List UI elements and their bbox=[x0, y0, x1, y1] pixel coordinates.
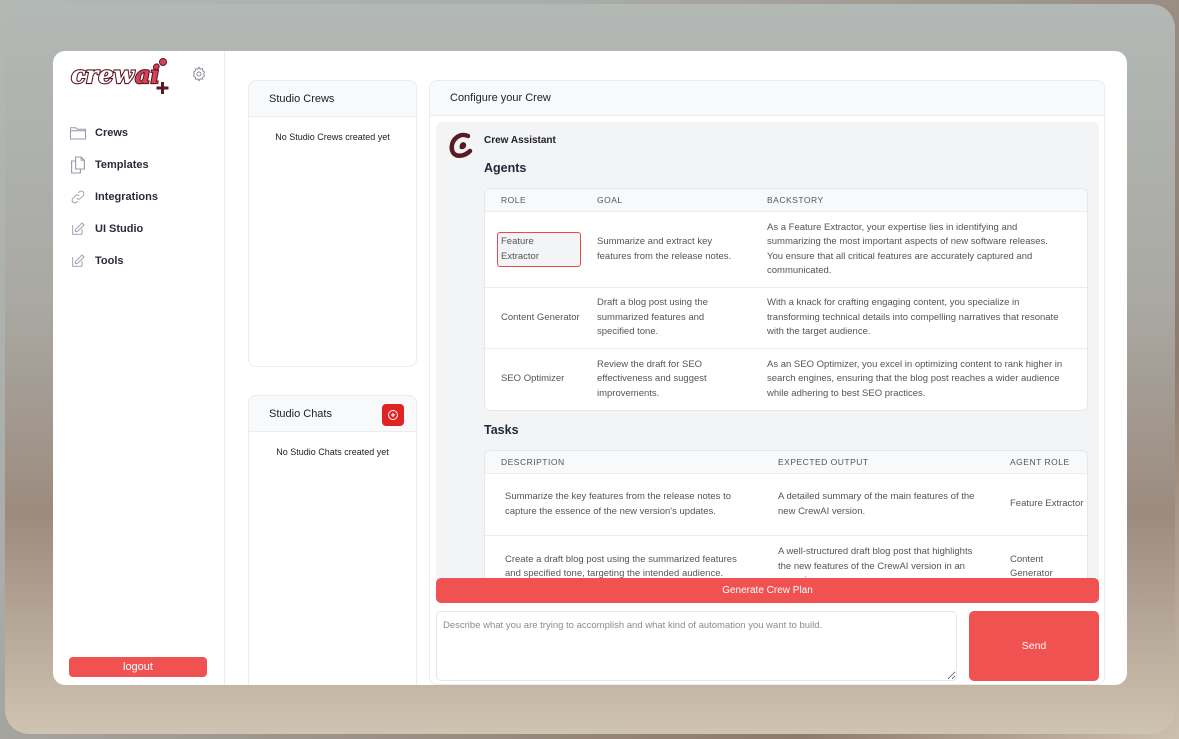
agent-role: Content Generator bbox=[501, 311, 580, 323]
column-header-agent-role: AGENT ROLE bbox=[1010, 457, 1070, 467]
svg-text:crew: crew bbox=[71, 60, 136, 89]
agent-backstory: As an SEO Optimizer, you excel in optimi… bbox=[767, 358, 1063, 399]
studio-crews-empty: No Studio Crews created yet bbox=[275, 132, 390, 142]
studio-crews-title: Studio Crews bbox=[269, 92, 335, 105]
sidebar-item-label: Templates bbox=[95, 159, 149, 171]
sidebar-item-crews[interactable]: Crews bbox=[69, 117, 158, 149]
table-row: Create a draft blog post using the summa… bbox=[485, 536, 1087, 582]
studio-chats-header: Studio Chats bbox=[249, 396, 416, 432]
edit-icon bbox=[69, 252, 87, 270]
studio-crews-header: Studio Crews bbox=[249, 81, 416, 117]
crew-assistant-avatar bbox=[449, 132, 473, 158]
agent-backstory: As a Feature Extractor, your expertise l… bbox=[767, 221, 1048, 277]
agent-role: SEO Optimizer bbox=[501, 373, 565, 385]
tasks-table-header: DESCRIPTION EXPECTED OUTPUT AGENT ROLE bbox=[485, 451, 1087, 474]
sidebar-item-label: Integrations bbox=[95, 191, 158, 203]
role-edit-field[interactable]: Feature Extractor bbox=[497, 232, 581, 267]
configure-crew-panel: Configure your Crew Crew Assistant Agent… bbox=[429, 80, 1105, 685]
column-header-backstory: BACKSTORY bbox=[767, 195, 824, 205]
send-button[interactable]: Send bbox=[969, 611, 1099, 681]
task-expected-output: A detailed summary of the main features … bbox=[778, 491, 975, 517]
task-description: Summarize the key features from the rele… bbox=[505, 491, 731, 517]
assistant-name: Crew Assistant bbox=[484, 135, 556, 146]
studio-chats-panel: Studio Chats No Studio Chats created yet bbox=[248, 395, 417, 685]
logout-button[interactable]: logout bbox=[69, 657, 207, 677]
edit-icon bbox=[69, 220, 87, 238]
task-agent-role: Feature Extractor bbox=[1010, 498, 1084, 510]
agents-title: Agents bbox=[484, 161, 527, 175]
sidebar-item-label: Tools bbox=[95, 255, 124, 267]
agent-backstory: With a knack for crafting engaging conte… bbox=[767, 297, 1059, 338]
sidebar: crew ai Crews Templates Integrations UI … bbox=[53, 51, 225, 685]
app-window: crew ai Crews Templates Integrations UI … bbox=[53, 51, 1127, 685]
studio-crews-panel: Studio Crews No Studio Crews created yet bbox=[248, 80, 417, 367]
link-icon bbox=[69, 188, 87, 206]
tasks-title: Tasks bbox=[484, 423, 519, 437]
agents-table: ROLE GOAL BACKSTORY Feature Extractor Su… bbox=[484, 188, 1088, 411]
column-header-role: ROLE bbox=[501, 195, 527, 205]
new-chat-button[interactable] bbox=[382, 404, 404, 426]
column-header-goal: GOAL bbox=[597, 195, 623, 205]
configure-crew-header: Configure your Crew bbox=[430, 81, 1104, 116]
column-header-description: DESCRIPTION bbox=[501, 457, 565, 467]
agents-table-header: ROLE GOAL BACKSTORY bbox=[485, 189, 1087, 212]
agent-goal: Draft a blog post using the summarized f… bbox=[597, 297, 708, 338]
column-header-expected-output: EXPECTED OUTPUT bbox=[778, 457, 869, 467]
studio-chats-title: Studio Chats bbox=[269, 407, 332, 420]
task-expected-output: A well-structured draft blog post that h… bbox=[778, 546, 973, 582]
prompt-input[interactable] bbox=[436, 611, 957, 681]
page-title: Configure your Crew bbox=[450, 92, 551, 104]
agent-goal: Review the draft for SEO effectiveness a… bbox=[597, 358, 707, 399]
gear-icon[interactable] bbox=[191, 66, 207, 82]
folder-icon bbox=[69, 124, 87, 142]
table-row: Feature Extractor Summarize and extract … bbox=[485, 212, 1087, 288]
sidebar-item-templates[interactable]: Templates bbox=[69, 149, 158, 181]
crewai-logo[interactable]: crew ai bbox=[69, 57, 179, 95]
sidebar-item-label: Crews bbox=[95, 127, 129, 139]
sidebar-nav: Crews Templates Integrations UI Studio T… bbox=[69, 117, 158, 277]
plus-circle-icon bbox=[388, 410, 398, 420]
table-row: Summarize the key features from the rele… bbox=[485, 474, 1087, 536]
studio-chats-empty: No Studio Chats created yet bbox=[276, 447, 389, 457]
sidebar-item-tools[interactable]: Tools bbox=[69, 245, 158, 277]
crew-assistant-message: Crew Assistant Agents ROLE GOAL BACKSTOR… bbox=[436, 122, 1099, 582]
copy-icon bbox=[69, 156, 87, 174]
table-row: SEO Optimizer Review the draft for SEO e… bbox=[485, 349, 1087, 410]
tasks-table: DESCRIPTION EXPECTED OUTPUT AGENT ROLE S… bbox=[484, 450, 1088, 582]
sidebar-item-ui-studio[interactable]: UI Studio bbox=[69, 213, 158, 245]
agent-goal: Summarize and extract key features from … bbox=[597, 236, 732, 262]
svg-text:ai: ai bbox=[135, 60, 160, 89]
table-row: Content Generator Draft a blog post usin… bbox=[485, 288, 1087, 349]
sidebar-item-label: UI Studio bbox=[95, 223, 144, 235]
generate-crew-plan-button[interactable]: Generate Crew Plan bbox=[436, 578, 1099, 603]
sidebar-item-integrations[interactable]: Integrations bbox=[69, 181, 158, 213]
